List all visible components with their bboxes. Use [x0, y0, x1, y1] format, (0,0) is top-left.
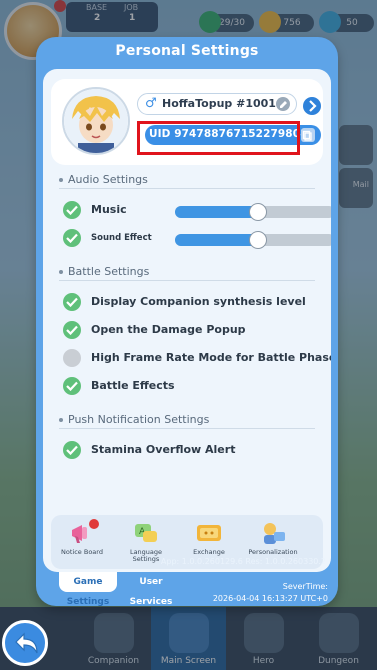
divider [59, 188, 315, 189]
player-name: HoffaTopup #1001 [162, 97, 276, 110]
battle-option-label: Open the Damage Popup [91, 323, 246, 336]
copy-uid-icon[interactable] [301, 128, 315, 142]
chevron-right-icon [309, 100, 317, 112]
battle-option-checkbox-2[interactable] [63, 349, 81, 367]
push-section-heading: Push Notification Settings [59, 413, 209, 426]
settings-panel: ♂ HoffaTopup #1001 UID 97478876715227980… [43, 69, 331, 572]
language-icon: A [135, 524, 157, 542]
male-gender-icon: ♂ [145, 96, 157, 111]
battle-option-label: High Frame Rate Mode for Battle Phase [91, 351, 331, 364]
stamina-alert-checkbox[interactable] [63, 441, 81, 459]
hero-portrait-icon [64, 89, 128, 153]
sound-effect-slider[interactable] [175, 231, 331, 249]
battle-option-checkbox-3[interactable] [63, 377, 81, 395]
battle-option-checkbox-0[interactable] [63, 293, 81, 311]
personalization-icon [264, 523, 285, 544]
audio-section-heading: Audio Settings [59, 173, 148, 186]
version-info: App: 1.0.0.260129.6 Res: 1.0.0.260330.2 [160, 557, 326, 566]
exchange-label: Exchange [193, 548, 225, 556]
tab-user-services[interactable]: User Services [120, 572, 182, 607]
ticket-icon [197, 525, 221, 541]
battle-option-checkbox-1[interactable] [63, 321, 81, 339]
music-slider[interactable] [175, 203, 331, 221]
divider [59, 428, 315, 429]
battle-option-label: Display Companion synthesis level [91, 295, 306, 308]
edit-name-icon[interactable] [276, 97, 290, 111]
notification-badge [89, 519, 99, 529]
profile-detail-button[interactable] [303, 97, 321, 115]
server-time-label: SeverTime: [282, 582, 328, 591]
sound-effect-label: Sound Effect [91, 233, 152, 243]
profile-avatar[interactable] [62, 87, 130, 155]
music-slider-fill [175, 206, 259, 218]
sound-effect-slider-fill [175, 234, 259, 246]
tab-game-settings[interactable]: Game Settings [59, 572, 117, 607]
music-label: Music [91, 203, 127, 216]
dialog-title: Personal Settings [115, 43, 259, 59]
player-name-field[interactable]: ♂ HoffaTopup #1001 [137, 93, 297, 115]
sound-effect-checkbox[interactable] [63, 229, 81, 247]
uid-highlight-box [137, 121, 300, 155]
profile-card: ♂ HoffaTopup #1001 UID 97478876715227980… [51, 79, 323, 165]
music-slider-handle[interactable] [249, 203, 268, 221]
back-arrow-icon [15, 632, 38, 654]
music-checkbox[interactable] [63, 201, 81, 219]
divider [59, 280, 315, 281]
battle-section-heading: Battle Settings [59, 265, 149, 278]
battle-option-label: Battle Effects [91, 379, 175, 392]
notice-board-label: Notice Board [61, 548, 103, 556]
server-time: 2026-04-04 16:13:27 UTC+0 [212, 594, 328, 603]
sound-effect-slider-handle[interactable] [249, 231, 268, 249]
back-button[interactable] [2, 620, 48, 666]
personal-settings-dialog: Personal Settings ♂ HoffaTopup #1001 UID… [36, 37, 338, 607]
personalization-label: Personalization [248, 548, 298, 556]
stamina-alert-label: Stamina Overflow Alert [91, 443, 236, 456]
